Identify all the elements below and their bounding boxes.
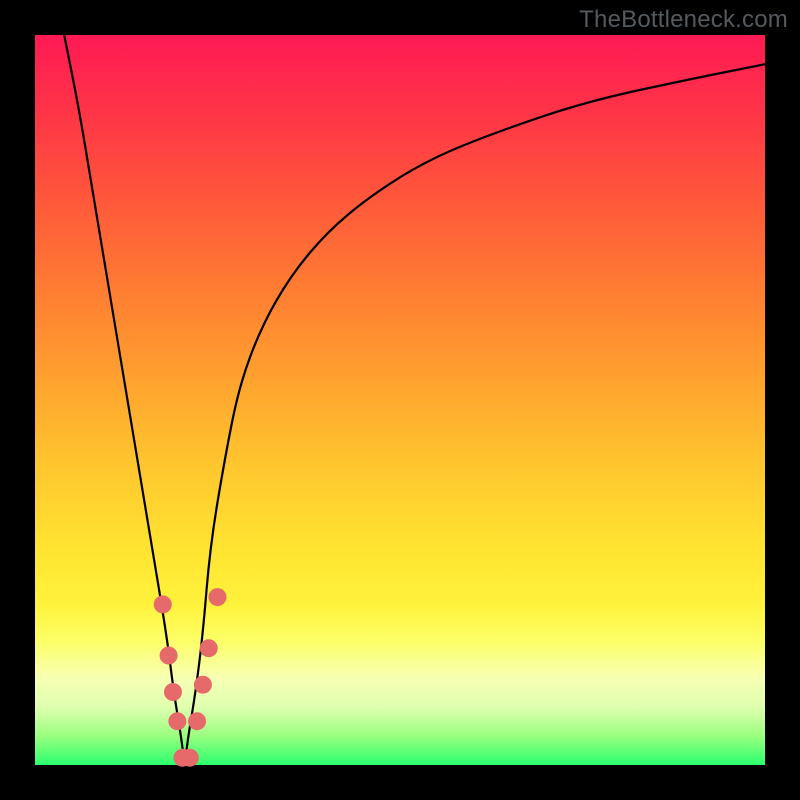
dot-right-2 — [194, 676, 212, 694]
dot-right-1 — [188, 712, 206, 730]
plot-area — [35, 35, 765, 765]
dot-left-4 — [168, 712, 186, 730]
dot-bottom-2 — [181, 749, 199, 767]
chart-frame: TheBottleneck.com — [0, 0, 800, 800]
curve-layer — [35, 35, 765, 765]
dot-right-4 — [209, 588, 227, 606]
watermark-text: TheBottleneck.com — [579, 6, 788, 34]
dot-left-3 — [164, 683, 182, 701]
dot-left-2 — [160, 647, 178, 665]
dot-left-1 — [154, 595, 172, 613]
dot-right-3 — [200, 639, 218, 657]
curve-markers — [154, 588, 227, 767]
